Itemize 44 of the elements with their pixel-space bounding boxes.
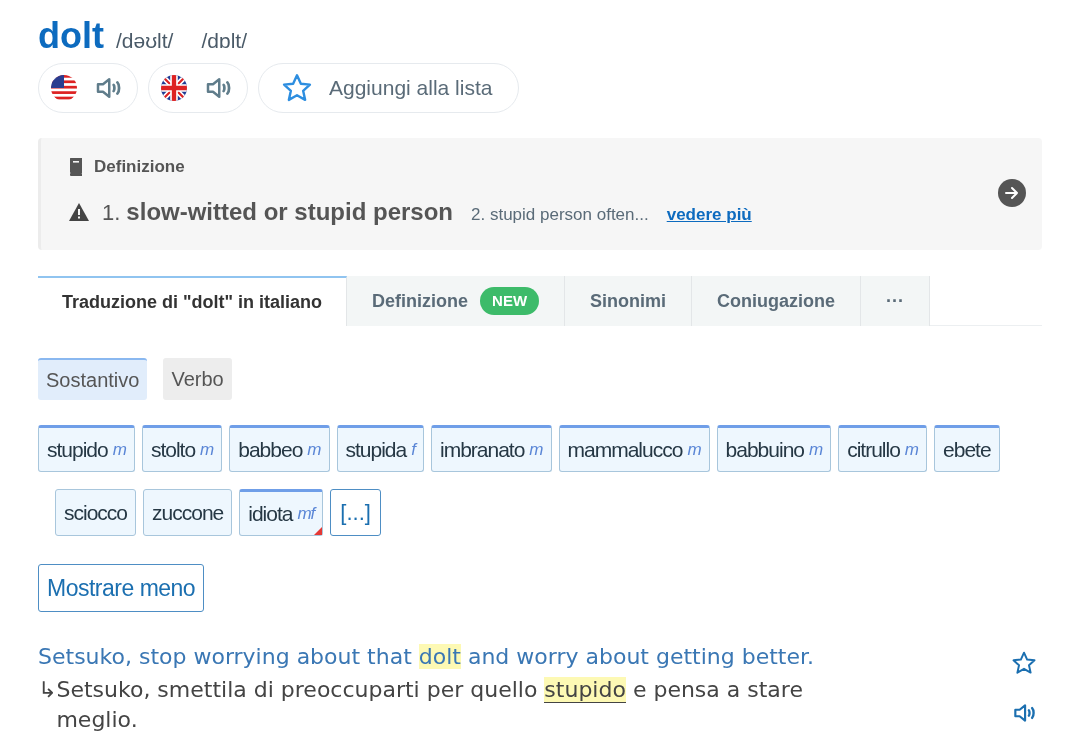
translation-chip[interactable]: stupida f — [336, 425, 424, 472]
tab[interactable]: ··· — [861, 276, 931, 326]
star-icon — [281, 72, 313, 104]
example-translation: Setsuko, smettila di preoccuparti per quello stupido e pensa a stare meglio. — [56, 676, 804, 734]
pronunciation: /dɒlt/ — [201, 28, 247, 54]
add-to-list-button[interactable]: Aggiungi alla lista — [258, 63, 520, 113]
warning-icon — [68, 201, 90, 222]
tab[interactable]: Sinonimi — [565, 276, 693, 326]
star-icon[interactable] — [1011, 650, 1037, 676]
show-less-button[interactable]: Mostrare meno — [38, 564, 205, 612]
translation-chip[interactable]: babbuino m — [716, 425, 832, 472]
corner-mark-icon — [314, 527, 323, 535]
translation-chip[interactable]: imbranato m — [430, 425, 552, 472]
translation-chip[interactable]: stolto m — [141, 425, 223, 472]
arrow-mark: ↳ — [38, 676, 57, 704]
translation-chip[interactable]: babbeo m — [229, 425, 330, 472]
tab[interactable]: Definizione NEW — [347, 276, 566, 326]
translation-chip[interactable]: ebete — [934, 425, 1000, 472]
translation-chip[interactable]: citrullo m — [838, 425, 928, 472]
audio-button[interactable] — [38, 63, 138, 113]
translation-chip[interactable]: idiota mf — [239, 489, 324, 536]
book-icon — [68, 156, 84, 177]
translation-chip[interactable]: mammalucco m — [558, 425, 710, 472]
translation-chip[interactable]: stupido m — [38, 425, 135, 472]
tab[interactable]: Traduzione di "dolt" in italiano — [38, 276, 348, 326]
part-of-speech-tab[interactable]: Sostantivo — [38, 358, 148, 400]
audio-button[interactable] — [148, 63, 248, 113]
pronunciation: /dəʊlt/ — [116, 28, 174, 54]
meaning-number: 1. — [102, 198, 121, 227]
see-more-link[interactable]: vedere più — [666, 201, 752, 227]
second-meaning: 2. stupid person often... — [471, 203, 649, 226]
more-button[interactable]: [...] — [330, 489, 381, 536]
translation-chip[interactable]: zuccone — [143, 489, 233, 536]
arrow-right-icon[interactable] — [998, 179, 1026, 207]
new-badge: NEW — [480, 286, 540, 316]
headword: dolt — [38, 14, 104, 58]
flag-icon — [51, 75, 77, 101]
part-of-speech-tab[interactable]: Verbo — [163, 358, 232, 400]
card-heading: Definizione — [94, 156, 185, 178]
tab[interactable]: Coniugazione — [692, 276, 862, 326]
flag-icon — [161, 75, 187, 101]
translation-chip[interactable]: sciocco — [55, 489, 137, 536]
example-sentence: Setsuko, stop worrying about that dolt and worry about getting better. — [38, 643, 816, 671]
main-meaning: slow-witted or stupid person — [126, 196, 454, 227]
